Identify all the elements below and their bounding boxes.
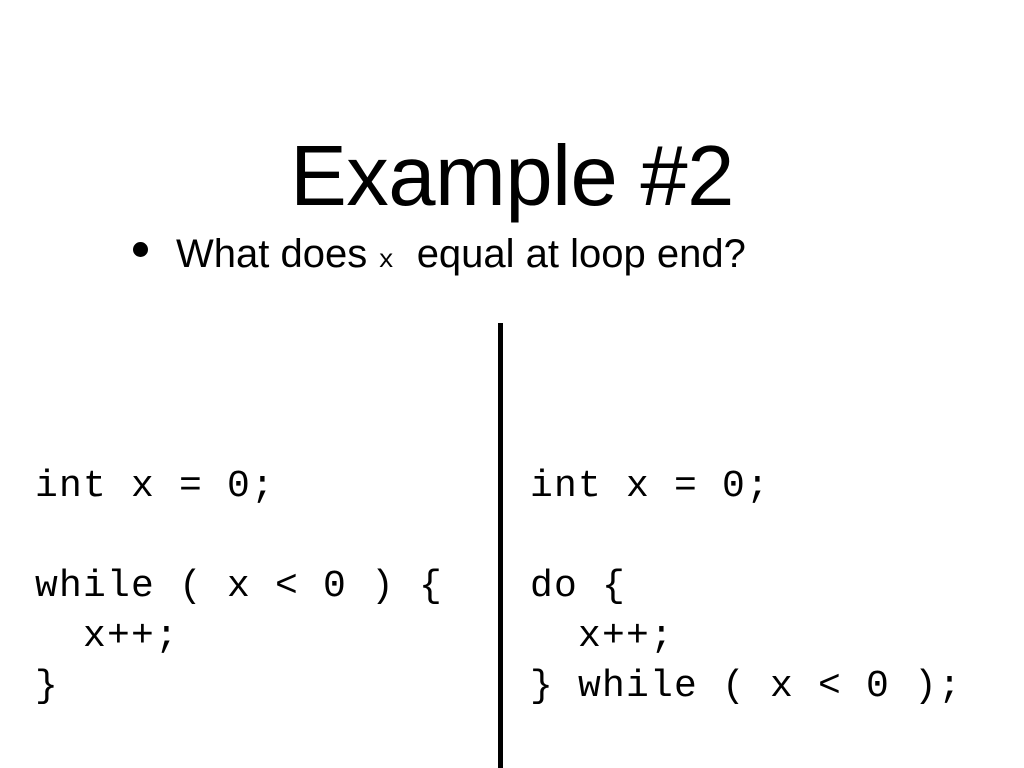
code-line: int x = 0; [530, 465, 771, 508]
bullet-dot-icon [133, 242, 148, 257]
code-block-do-while: int x = 0; do { x++; } while ( x < 0 ); [530, 462, 1010, 712]
code-block-while: int x = 0; while ( x < 0 ) { x++;} [35, 462, 485, 712]
bullet-text-after: equal at loop end? [416, 232, 746, 276]
vertical-divider [498, 323, 503, 768]
bullet-item-label: What does x equal at loop end? [176, 228, 746, 286]
code-line: while ( x < 0 ) { [35, 565, 444, 608]
code-line: int x = 0; [35, 465, 276, 508]
bullet-code-term: x [378, 245, 395, 275]
code-line: do { [530, 565, 627, 608]
slide-canvas: Example #2 What does x equal at loop end… [0, 0, 1024, 768]
code-line: x++; [530, 615, 675, 658]
code-line: x++; [35, 615, 180, 658]
bullet-text-before: What does [176, 232, 368, 276]
code-line: } [35, 665, 60, 708]
page-title: Example #2 [290, 128, 734, 224]
bullet-list-item: What does x equal at loop end? [133, 228, 893, 288]
code-line: } while ( x < 0 ); [530, 665, 963, 708]
